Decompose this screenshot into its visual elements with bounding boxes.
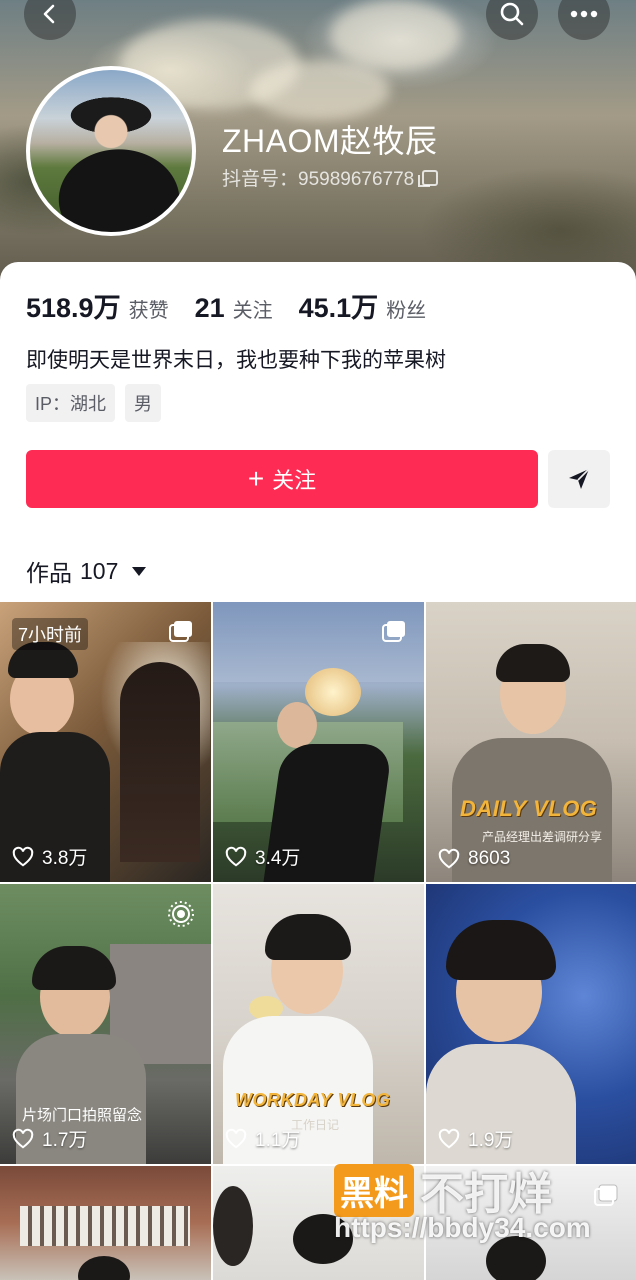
fans-count: 45.1万 xyxy=(298,293,379,323)
profile-stats: 518.9万 获赞 21 关注 45.1万 粉丝 xyxy=(26,286,452,325)
heart-outline-icon xyxy=(12,1128,34,1149)
following-label: 关注 xyxy=(232,300,273,322)
stat-likes[interactable]: 518.9万 获赞 xyxy=(26,286,169,325)
video-tile[interactable]: 3.4万 xyxy=(213,602,424,882)
follow-label: 关注 xyxy=(272,468,317,493)
stat-following[interactable]: 21 关注 xyxy=(195,293,273,324)
like-count-text: 8603 xyxy=(468,848,511,869)
multi-image-icon xyxy=(382,621,405,642)
like-count: 1.9万 xyxy=(438,1125,513,1152)
tag-gender: 男 xyxy=(125,384,162,422)
like-count-text: 3.4万 xyxy=(255,848,301,869)
chevron-left-icon xyxy=(43,4,55,24)
tab-works[interactable]: 作品 107 xyxy=(26,554,147,588)
stat-fans[interactable]: 45.1万 粉丝 xyxy=(299,286,427,325)
caret-down-icon xyxy=(132,566,147,576)
heart-outline-icon xyxy=(438,848,460,869)
like-count-text: 1.1万 xyxy=(255,1130,301,1151)
like-count: 1.7万 xyxy=(12,1125,87,1152)
cover-cloud xyxy=(330,0,460,70)
works-count: 107 xyxy=(80,557,119,584)
profile-tags: IP：湖北 男 xyxy=(26,384,162,422)
send-icon xyxy=(569,468,590,489)
watermark-url: https://bbdy34.com xyxy=(334,1212,591,1243)
profile-name: ZHAOM赵牧辰 xyxy=(222,123,438,159)
person-hair xyxy=(120,662,200,862)
heart-outline-icon xyxy=(12,846,34,867)
video-caption: 片场门口拍照留念 xyxy=(22,1107,143,1124)
video-tile[interactable]: WORKDAY VLOG 工作日记 1.1万 xyxy=(213,884,424,1164)
cover-cloud xyxy=(250,60,390,120)
like-count-text: 1.9万 xyxy=(468,1130,514,1151)
person-hair xyxy=(446,920,556,980)
watermark-box: 黑料 xyxy=(334,1163,414,1217)
likes-label: 获赞 xyxy=(128,300,169,322)
multi-image-icon xyxy=(594,1184,618,1206)
person-hair xyxy=(213,1186,253,1266)
video-tile[interactable]: DAILY VLOG 产品经理出差调研分享 8603 xyxy=(426,602,636,882)
video-tile[interactable] xyxy=(0,1166,211,1280)
person-hair xyxy=(32,946,116,990)
follow-button[interactable]: + 关注 xyxy=(26,450,538,508)
following-count: 21 xyxy=(194,293,225,323)
paper-lantern xyxy=(305,668,361,716)
like-count-text: 3.8万 xyxy=(42,848,88,869)
overlay-title: WORKDAY VLOG xyxy=(235,1090,391,1110)
works-label: 作品 xyxy=(26,560,72,586)
plus-icon: + xyxy=(247,463,265,494)
person-hair xyxy=(78,1256,130,1280)
copy-icon[interactable] xyxy=(418,169,439,187)
multi-image-icon xyxy=(169,621,192,642)
douyin-id[interactable]: 抖音号：95989676778 xyxy=(222,164,439,191)
like-count: 8603 xyxy=(438,848,510,870)
time-badge: 7小时前 xyxy=(12,618,89,650)
person-hair xyxy=(496,644,570,682)
heart-outline-icon xyxy=(225,1128,247,1149)
balcony-railing xyxy=(20,1206,190,1246)
live-photo-icon xyxy=(168,901,194,927)
like-count: 3.8万 xyxy=(12,843,87,870)
video-tile[interactable]: 1.9万 xyxy=(426,884,636,1164)
person-face xyxy=(277,702,317,748)
douyin-id-text: 抖音号：95989676778 xyxy=(222,169,415,190)
like-count: 3.4万 xyxy=(225,843,300,870)
share-button[interactable] xyxy=(548,450,610,508)
overlay-subtitle: 产品经理出差调研分享 xyxy=(482,830,603,844)
like-count: 1.1万 xyxy=(225,1125,300,1152)
person-hair xyxy=(265,914,351,960)
overlay-title: DAILY VLOG xyxy=(460,796,598,821)
more-horizontal-icon xyxy=(570,10,598,18)
avatar[interactable] xyxy=(26,66,196,236)
video-tile[interactable]: 片场门口拍照留念 1.7万 xyxy=(0,884,211,1164)
like-count-text: 1.7万 xyxy=(42,1130,88,1151)
search-icon xyxy=(500,2,524,26)
video-tile[interactable]: 7小时前 3.8万 xyxy=(0,602,211,882)
tag-ip-location: IP：湖北 xyxy=(26,384,116,422)
profile-bio: 即使明天是世界末日，我也要种下我的苹果树 xyxy=(26,349,446,372)
fans-label: 粉丝 xyxy=(386,300,427,322)
likes-count: 518.9万 xyxy=(26,293,121,323)
heart-outline-icon xyxy=(225,846,247,867)
heart-outline-icon xyxy=(438,1128,460,1149)
